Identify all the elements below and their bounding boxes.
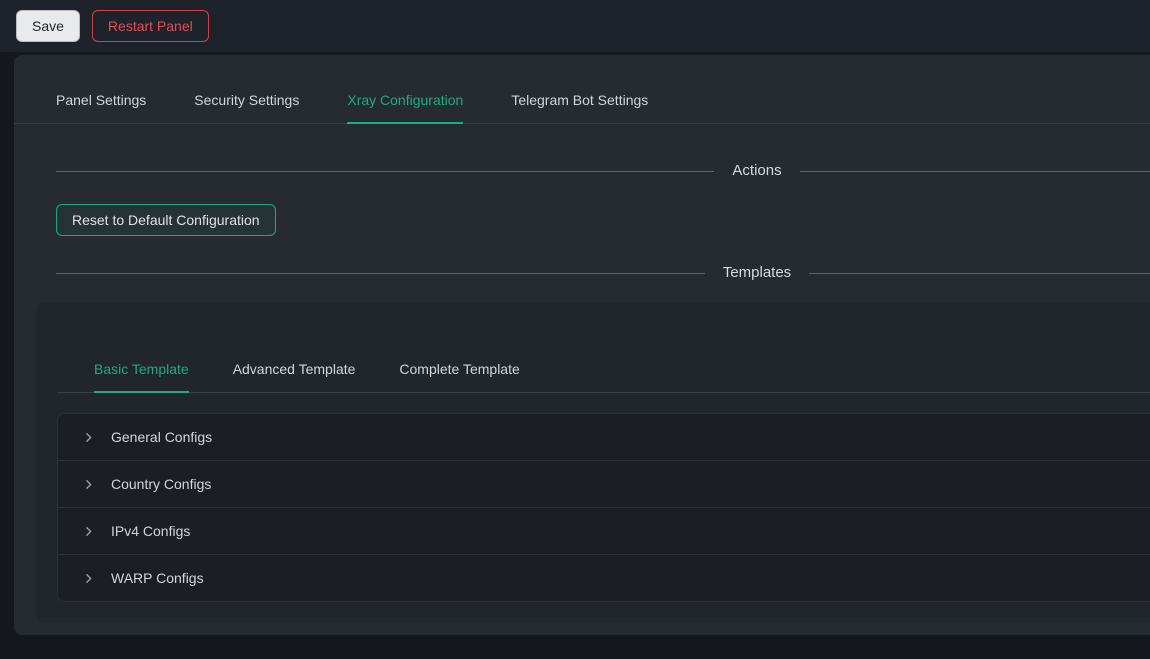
collapse-row-ipv4-configs[interactable]: IPv4 Configs (58, 508, 1150, 555)
chevron-right-icon (81, 430, 95, 444)
template-tabbar: Basic Template Advanced Template Complet… (57, 346, 1150, 393)
collapse-row-country-configs[interactable]: Country Configs (58, 461, 1150, 508)
config-collapse-list: General Configs Country Configs IPv4 Con… (57, 413, 1150, 602)
divider-line-left (56, 273, 705, 274)
chevron-right-icon (81, 571, 95, 585)
settings-card: Panel Settings Security Settings Xray Co… (14, 55, 1150, 635)
divider-line-right (800, 171, 1150, 172)
actions-divider-label: Actions (714, 160, 799, 182)
collapse-row-label: Country Configs (111, 473, 211, 495)
collapse-row-label: WARP Configs (111, 567, 204, 589)
save-button[interactable]: Save (16, 10, 80, 42)
collapse-row-label: General Configs (111, 426, 212, 448)
tab-panel-settings[interactable]: Panel Settings (56, 77, 146, 123)
templates-card: Basic Template Advanced Template Complet… (36, 302, 1150, 622)
templates-divider: Templates (56, 262, 1150, 284)
collapse-row-general-configs[interactable]: General Configs (58, 414, 1150, 461)
divider-line-left (56, 171, 714, 172)
collapse-row-warp-configs[interactable]: WARP Configs (58, 555, 1150, 601)
tab-complete-template[interactable]: Complete Template (399, 346, 519, 392)
tab-basic-template[interactable]: Basic Template (94, 346, 189, 392)
restart-panel-button[interactable]: Restart Panel (92, 10, 209, 42)
tab-xray-configuration[interactable]: Xray Configuration (347, 77, 463, 123)
templates-divider-label: Templates (705, 262, 809, 284)
tab-telegram-bot-settings[interactable]: Telegram Bot Settings (511, 77, 648, 123)
tab-security-settings[interactable]: Security Settings (194, 77, 299, 123)
chevron-right-icon (81, 477, 95, 491)
top-toolbar: Save Restart Panel (0, 0, 1150, 52)
actions-divider: Actions (56, 160, 1150, 182)
collapse-row-label: IPv4 Configs (111, 520, 190, 542)
tab-advanced-template[interactable]: Advanced Template (233, 346, 356, 392)
xray-configuration-panel: Actions Reset to Default Configuration T… (14, 160, 1150, 622)
chevron-right-icon (81, 524, 95, 538)
divider-line-right (809, 273, 1150, 274)
settings-tabbar: Panel Settings Security Settings Xray Co… (14, 55, 1150, 124)
reset-default-configuration-button[interactable]: Reset to Default Configuration (56, 204, 276, 236)
